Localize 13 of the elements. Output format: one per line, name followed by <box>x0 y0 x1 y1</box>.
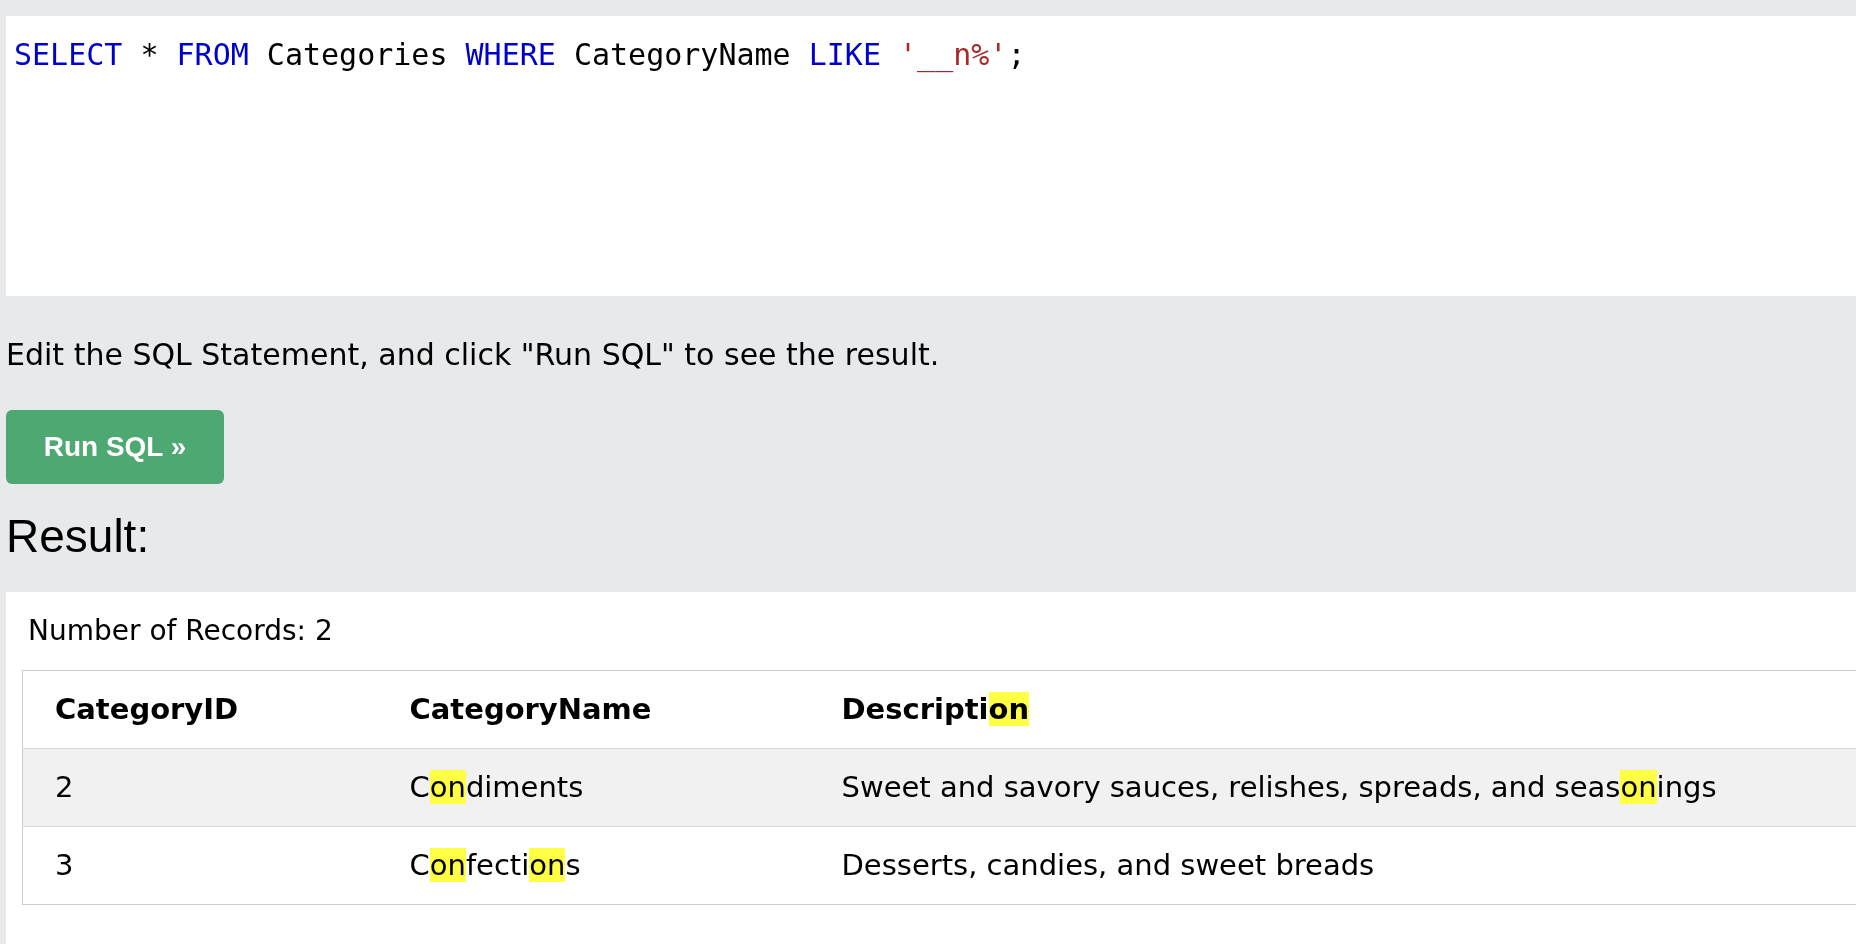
table-cell: 3 <box>22 826 378 905</box>
column-header: Description <box>809 670 1856 749</box>
table-cell: 2 <box>22 748 378 827</box>
record-count: Number of Records: 2 <box>28 614 333 648</box>
table-cell: Desserts, candies, and sweet breads <box>809 826 1856 905</box>
result-heading: Result: <box>6 509 150 564</box>
column-header: CategoryID <box>22 670 378 749</box>
code-editor[interactable]: SELECT * FROM Categories WHERE CategoryName LIKE '__n%'; <box>6 16 1856 296</box>
table-cell: Condiments <box>377 748 810 827</box>
table-cell: Sweet and savory sauces, relishes, spreads, and seasonings <box>809 748 1856 827</box>
table-cell: Confections <box>377 826 810 905</box>
column-header: CategoryName <box>377 670 810 749</box>
instructions-text: Edit the SQL Statement, and click "Run SQL" to see the result. <box>6 338 940 372</box>
